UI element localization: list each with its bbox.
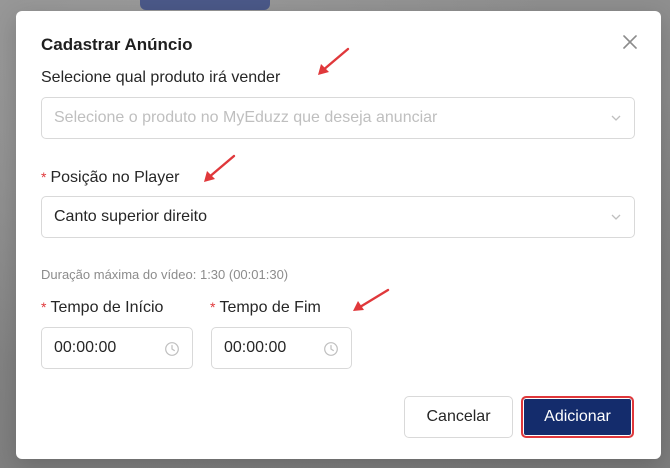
chevron-down-icon — [611, 214, 621, 220]
product-select-placeholder: Selecione o produto no MyEduzz que desej… — [54, 109, 438, 126]
add-button[interactable]: Adicionar — [521, 396, 634, 438]
annotation-arrow-icon — [353, 288, 390, 311]
start-time-label-text: Tempo de Início — [50, 299, 164, 316]
position-label: * Posição no Player — [41, 169, 179, 187]
end-time-label-text: Tempo de Fim — [219, 299, 321, 316]
clock-icon — [324, 342, 338, 356]
annotation-arrow-icon — [204, 154, 236, 182]
modal-title: Cadastrar Anúncio — [41, 35, 193, 54]
close-button[interactable] — [620, 32, 640, 52]
required-mark: * — [41, 169, 47, 185]
close-icon — [623, 35, 637, 49]
start-time-value: 00:00:00 — [54, 339, 117, 356]
product-label: Selecione qual produto irá vender — [41, 69, 281, 86]
start-time-label: * Tempo de Início — [41, 299, 163, 317]
duration-hint: Duração máxima do vídeo: 1:30 (00:01:30) — [41, 267, 289, 282]
end-time-input[interactable]: 00:00:00 — [211, 327, 352, 369]
background-button-hint — [140, 0, 270, 10]
create-ad-modal: Cadastrar Anúncio Selecione qual produto… — [16, 11, 661, 459]
end-time-value: 00:00:00 — [224, 339, 287, 356]
end-time-label: * Tempo de Fim — [210, 299, 321, 317]
annotation-arrow-icon — [318, 47, 350, 75]
clock-icon — [165, 342, 179, 356]
position-select-value: Canto superior direito — [54, 208, 207, 225]
start-time-input[interactable]: 00:00:00 — [41, 327, 193, 369]
required-mark: * — [41, 299, 47, 315]
product-select[interactable]: Selecione o produto no MyEduzz que desej… — [41, 97, 635, 139]
chevron-down-icon — [611, 115, 621, 121]
cancel-button[interactable]: Cancelar — [404, 396, 513, 438]
position-label-text: Posição no Player — [50, 169, 180, 186]
position-select[interactable]: Canto superior direito — [41, 196, 635, 238]
required-mark: * — [210, 299, 216, 315]
